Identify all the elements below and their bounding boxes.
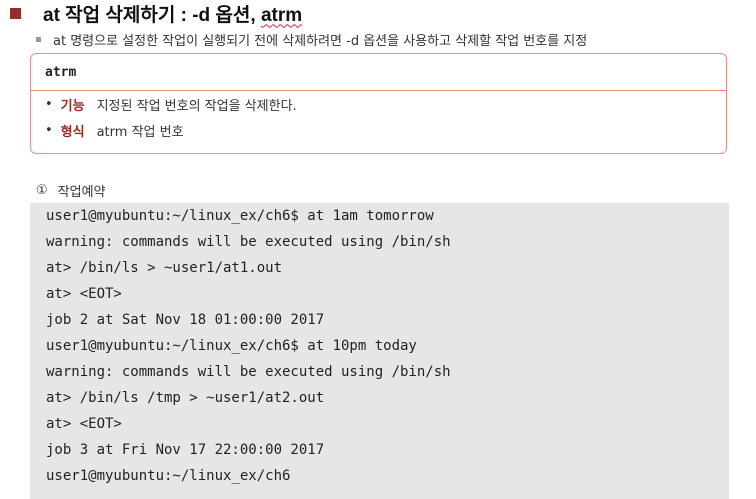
description-text: at 명령으로 설정한 작업이 실행되기 전에 삭제하려면 -d 옵션을 사용하… bbox=[53, 33, 588, 49]
terminal-line: at> <EOT> bbox=[46, 286, 122, 302]
syntax-command: atrm bbox=[31, 54, 726, 91]
section-title-text: at 작업 삭제하기 : -d 옵션, bbox=[43, 4, 261, 26]
syntax-text: 지정된 작업 번호의 작업을 삭제한다. bbox=[96, 98, 297, 114]
small-square-bullet-icon bbox=[36, 36, 41, 42]
syntax-row-format: • 형식 atrm 작업 번호 bbox=[31, 117, 726, 143]
syntax-label: 형식 bbox=[60, 124, 85, 140]
syntax-box: atrm • 기능 지정된 작업 번호의 작업을 삭제한다. • 형식 atrm… bbox=[30, 53, 727, 154]
terminal-line: warning: commands will be executed using… bbox=[46, 234, 451, 250]
syntax-label: 기능 bbox=[60, 98, 85, 114]
terminal-line: user1@myubuntu:~/linux_ex/ch6$ at 10pm t… bbox=[46, 338, 417, 354]
section-title: at 작업 삭제하기 : -d 옵션, atrm bbox=[10, 0, 302, 26]
square-bullet-icon bbox=[10, 7, 21, 19]
description: at 명령으로 설정한 작업이 실행되기 전에 삭제하려면 -d 옵션을 사용하… bbox=[36, 28, 587, 50]
terminal-line: warning: commands will be executed using… bbox=[46, 364, 451, 380]
syntax-text: atrm 작업 번호 bbox=[96, 124, 184, 140]
terminal-line: user1@myubuntu:~/linux_ex/ch6 bbox=[46, 468, 291, 484]
step-number: ① bbox=[36, 182, 48, 198]
terminal-line: user1@myubuntu:~/linux_ex/ch6$ at 1am to… bbox=[46, 208, 434, 224]
terminal-output: user1@myubuntu:~/linux_ex/ch6$ at 1am to… bbox=[30, 203, 729, 499]
section-title-command: atrm bbox=[260, 4, 303, 26]
terminal-line: job 2 at Sat Nov 18 01:00:00 2017 bbox=[46, 312, 325, 328]
terminal-line: at> /bin/ls /tmp > ~user1/at2.out bbox=[46, 390, 325, 406]
dot-bullet-icon: • bbox=[45, 122, 53, 138]
step-heading: ① 작업예약 bbox=[36, 180, 106, 200]
terminal-line: at> <EOT> bbox=[46, 416, 122, 432]
terminal-line: job 3 at Fri Nov 17 22:00:00 2017 bbox=[46, 442, 325, 458]
terminal-line: at> /bin/ls > ~user1/at1.out bbox=[46, 260, 283, 276]
syntax-row-function: • 기능 지정된 작업 번호의 작업을 삭제한다. bbox=[31, 91, 726, 117]
step-label: 작업예약 bbox=[57, 184, 106, 200]
dot-bullet-icon: • bbox=[45, 96, 53, 112]
